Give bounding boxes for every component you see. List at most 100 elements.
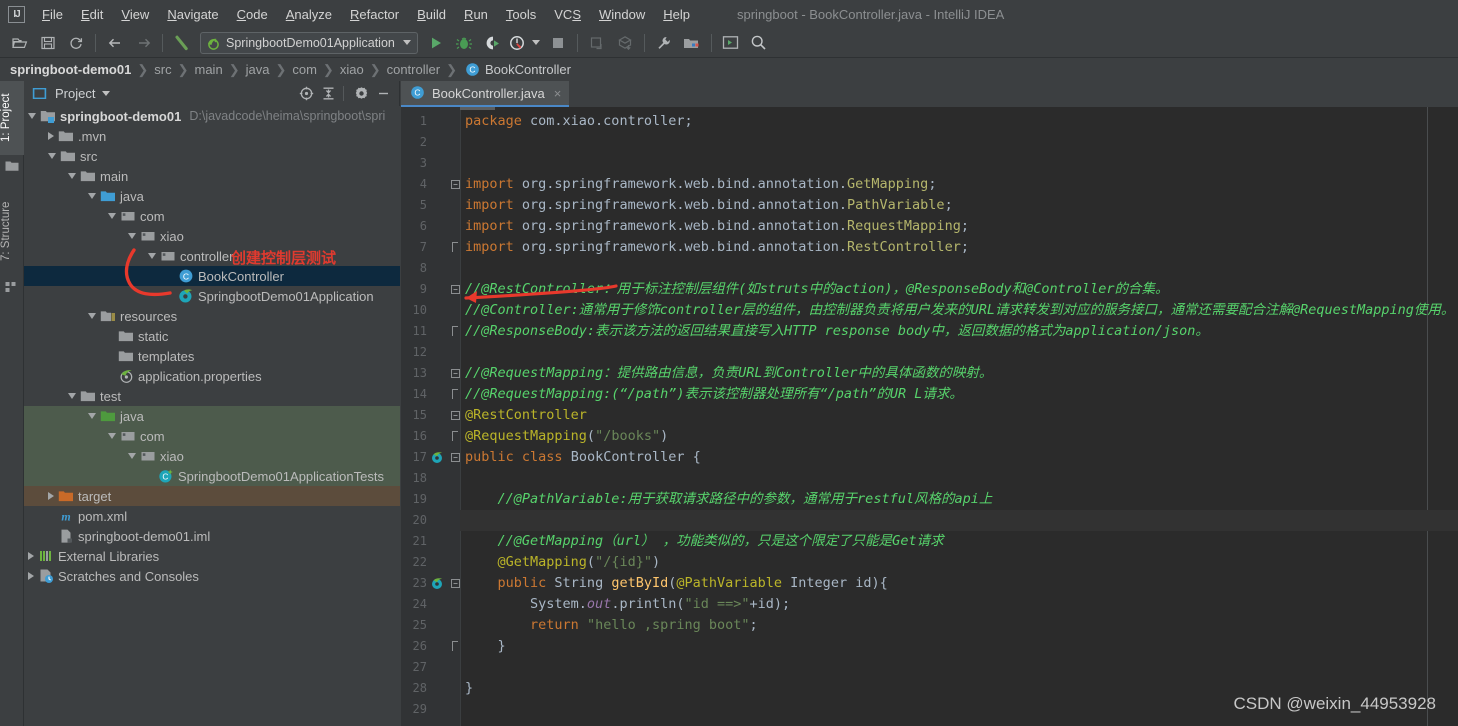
chevron-down-icon[interactable]	[108, 213, 116, 219]
menu-item-file[interactable]: File	[33, 4, 72, 25]
tree-node-controller[interactable]: controller	[24, 246, 400, 266]
chevron-down-icon[interactable]	[68, 393, 76, 399]
back-arrow-icon[interactable]	[103, 31, 127, 55]
tree-node-java[interactable]: java	[24, 406, 400, 426]
tree-node-java[interactable]: java	[24, 186, 400, 206]
tree-node-xiao[interactable]: xiao	[24, 446, 400, 466]
chevron-down-icon[interactable]	[128, 233, 136, 239]
chevron-right-icon[interactable]	[28, 552, 34, 560]
tree-node-resources[interactable]: resources	[24, 306, 400, 326]
code-editor[interactable]: 1 2 3 4 5 6 7 8 9 10 11 12 13 14 15 16 17 18 19 20 21 22 23 24 2…	[401, 107, 1458, 726]
sync-refresh-icon[interactable]	[64, 31, 88, 55]
save-all-icon[interactable]	[36, 31, 60, 55]
tree-node-static[interactable]: static	[24, 326, 400, 346]
chevron-right-icon[interactable]	[48, 492, 54, 500]
breadcrumb-segment-xiao[interactable]: xiao	[340, 62, 364, 77]
chevron-right-icon[interactable]	[28, 572, 34, 580]
search-everywhere-icon[interactable]	[747, 31, 771, 55]
hide-icon[interactable]	[373, 84, 393, 104]
request-mapping-icon[interactable]	[431, 577, 444, 590]
select-opened-file-icon[interactable]	[296, 84, 316, 104]
run-icon[interactable]	[424, 31, 448, 55]
chevron-down-icon[interactable]	[102, 91, 111, 96]
tree-node-src[interactable]: src	[24, 146, 400, 166]
run-with-coverage-icon[interactable]	[480, 31, 504, 55]
gear-icon[interactable]	[351, 84, 371, 104]
chevron-down-icon[interactable]	[128, 453, 136, 459]
spring-bean-icon[interactable]	[431, 451, 444, 464]
chevron-down-icon[interactable]	[88, 413, 96, 419]
tree-node-scratches-and-consoles[interactable]: Scratches and Consoles	[24, 566, 400, 586]
menu-item-tools[interactable]: Tools	[497, 4, 545, 25]
tree-node-springboot-demo01-iml[interactable]: springboot-demo01.iml	[24, 526, 400, 546]
menu-item-edit[interactable]: Edit	[72, 4, 112, 25]
update-project-icon[interactable]	[585, 31, 609, 55]
chevron-down-icon[interactable]	[402, 40, 411, 45]
fold-end-icon[interactable]	[451, 384, 460, 405]
menu-item-window[interactable]: Window	[590, 4, 654, 25]
tree-node-com[interactable]: com	[24, 206, 400, 226]
breadcrumb-segment-com[interactable]: com	[292, 62, 317, 77]
chevron-down-icon[interactable]	[68, 173, 76, 179]
breadcrumb-segment-main[interactable]: main	[195, 62, 223, 77]
fold-collapse-icon[interactable]	[451, 174, 460, 195]
tree-node-springbootdemo01applicationtests[interactable]: C SpringbootDemo01ApplicationTests	[24, 466, 400, 486]
tree-node-xiao[interactable]: xiao	[24, 226, 400, 246]
chevron-right-icon[interactable]	[48, 132, 54, 140]
tree-node-application-properties[interactable]: application.properties	[24, 366, 400, 386]
tree-node--mvn[interactable]: .mvn	[24, 126, 400, 146]
tree-node-springboot-demo01[interactable]: springboot-demo01 D:\javadcode\heima\spri…	[24, 106, 400, 126]
collapse-all-icon[interactable]	[318, 84, 338, 104]
tree-node-templates[interactable]: templates	[24, 346, 400, 366]
horizontal-scrollbar[interactable]	[460, 107, 495, 110]
fold-end-icon[interactable]	[451, 237, 460, 258]
forward-arrow-icon[interactable]	[131, 31, 155, 55]
settings-wrench-icon[interactable]	[652, 31, 676, 55]
menu-item-refactor[interactable]: Refactor	[341, 4, 408, 25]
chevron-down-icon[interactable]	[88, 313, 96, 319]
chevron-down-icon[interactable]	[48, 153, 56, 159]
project-structure-icon[interactable]	[680, 31, 704, 55]
chevron-down-icon[interactable]	[108, 433, 116, 439]
project-tree[interactable]: springboot-demo01 D:\javadcode\heima\spri…	[24, 106, 400, 726]
run-configuration-selector[interactable]: SpringbootDemo01Application	[200, 31, 418, 54]
tree-node-main[interactable]: main	[24, 166, 400, 186]
open-folder-icon[interactable]	[8, 31, 32, 55]
terminal-icon[interactable]	[719, 31, 743, 55]
stop-icon[interactable]	[546, 31, 570, 55]
breadcrumb-root[interactable]: springboot-demo01	[10, 62, 131, 77]
sidebar-item-structure[interactable]: 7: Structure	[0, 185, 24, 277]
chevron-down-icon[interactable]	[28, 113, 36, 119]
fold-collapse-icon[interactable]	[451, 279, 460, 300]
tree-node-bookcontroller[interactable]: C BookController	[24, 266, 400, 286]
debug-icon[interactable]	[452, 31, 476, 55]
chevron-down-icon[interactable]	[88, 193, 96, 199]
build-hammer-icon[interactable]	[170, 31, 194, 55]
editor-gutter[interactable]: 1 2 3 4 5 6 7 8 9 10 11 12 13 14 15 16 17 18 19 20 21 22 23 24 2…	[401, 107, 460, 726]
menu-item-analyze[interactable]: Analyze	[277, 4, 341, 25]
fold-end-icon[interactable]	[451, 321, 460, 342]
chevron-down-icon[interactable]	[148, 253, 156, 259]
tree-node-pom-xml[interactable]: m pom.xml	[24, 506, 400, 526]
breadcrumb-segment-java[interactable]: java	[246, 62, 270, 77]
breadcrumb-leaf[interactable]: BookController	[485, 62, 571, 77]
tree-node-external-libraries[interactable]: External Libraries	[24, 546, 400, 566]
menu-item-run[interactable]: Run	[455, 4, 497, 25]
tab-bookcontroller-java[interactable]: C BookController.java ×	[401, 81, 570, 107]
menu-item-help[interactable]: Help	[654, 4, 699, 25]
tree-node-target[interactable]: target	[24, 486, 400, 506]
fold-collapse-icon[interactable]	[451, 363, 460, 384]
breadcrumb-segment-controller[interactable]: controller	[387, 62, 440, 77]
fold-collapse-icon[interactable]	[451, 447, 460, 468]
profiler-icon[interactable]	[508, 31, 526, 55]
fold-collapse-icon[interactable]	[451, 405, 460, 426]
tree-node-com[interactable]: com	[24, 426, 400, 446]
menu-item-build[interactable]: Build	[408, 4, 455, 25]
fold-collapse-icon[interactable]	[451, 573, 460, 594]
profiler-dropdown-chevron-icon[interactable]	[530, 31, 542, 55]
fold-end-icon[interactable]	[451, 426, 460, 447]
menu-item-view[interactable]: View	[112, 4, 158, 25]
menu-item-code[interactable]: Code	[228, 4, 277, 25]
close-icon[interactable]: ×	[554, 86, 562, 101]
menu-item-vcs[interactable]: VCS	[545, 4, 590, 25]
